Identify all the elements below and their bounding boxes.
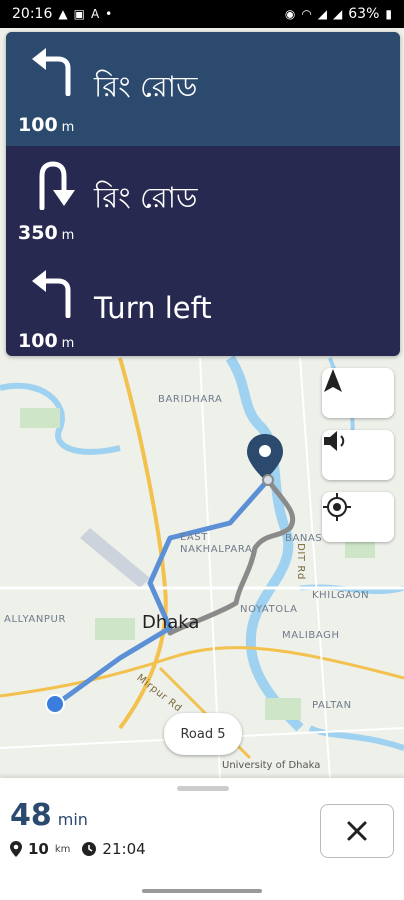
sound-button[interactable] [322, 430, 394, 480]
compass-arrow-icon [324, 369, 342, 392]
trip-meta: 10 km 21:04 [10, 840, 146, 858]
step-distance: 100 m [18, 330, 74, 352]
recenter-button[interactable] [322, 492, 394, 542]
step-distance-value: 350 [18, 222, 58, 244]
status-time: 20:16 [12, 6, 53, 22]
step-distance: 350 m [18, 222, 74, 244]
battery-level: 63% [348, 6, 380, 22]
turn-left-arrow-icon [32, 48, 71, 96]
instruction-step[interactable]: 100 m Turn left [6, 254, 400, 356]
u-turn-arrow-icon [39, 161, 75, 210]
step-distance-unit: m [61, 336, 75, 351]
trip-distance-value: 10 [28, 840, 49, 858]
arrival-time: 21:04 [102, 840, 146, 858]
signal-icon: ◢ [317, 7, 328, 21]
step-street-name: রিং রোড [94, 180, 198, 215]
step-distance-value: 100 [18, 114, 58, 136]
close-icon [347, 821, 367, 841]
map-label-baridhara: BARIDHARA [158, 394, 223, 405]
turn-left-arrow-icon [32, 270, 71, 318]
clock-icon [82, 842, 97, 856]
step-distance-value: 100 [18, 330, 58, 352]
compass-button[interactable] [322, 368, 394, 418]
step-distance-unit: m [61, 120, 75, 135]
status-bar: 20:16 ▲ ▣ A • ◉ ◠ ◢ ◢ 63% ▮ [0, 0, 404, 28]
trip-duration-value: 48 [10, 798, 52, 833]
trip-summary-sheet[interactable]: 48 min 10 km 21:04 [0, 778, 404, 900]
turn-instructions-panel[interactable]: 100 m রিং রোড 350 m রিং রোড 100 m Turn left [6, 32, 400, 356]
step-street-name: Turn left [94, 291, 212, 325]
map-label-kallyanpur: ALLYANPUR [4, 614, 67, 625]
map-label-noyatola: NOYATOLA [240, 604, 298, 615]
status-bar-left: 20:16 ▲ ▣ A • [12, 6, 112, 22]
map-label-khilgaon: KHILGAON [312, 590, 370, 601]
current-road-chip: Road 5 [164, 713, 242, 755]
close-navigation-button[interactable] [320, 804, 394, 858]
map-label-dit-rd: DIT Rd [294, 543, 306, 580]
battery-icon: ▮ [385, 7, 392, 21]
image-icon: ▣ [73, 7, 85, 21]
instruction-step[interactable]: 350 m রিং রোড [6, 146, 400, 254]
location-pin-icon [10, 841, 22, 857]
font-icon: A [90, 7, 100, 21]
sheet-grabber[interactable] [177, 786, 229, 791]
instruction-step-current[interactable]: 100 m রিং রোড [6, 32, 400, 146]
trip-duration: 48 min [10, 798, 88, 833]
location-icon: ◉ [284, 7, 296, 21]
step-distance-unit: m [61, 228, 75, 243]
system-home-indicator[interactable] [142, 889, 262, 893]
wifi-icon: ◠ [301, 7, 312, 21]
status-bar-right: ◉ ◠ ◢ ◢ 63% ▮ [285, 6, 392, 22]
speaker-icon [324, 431, 345, 451]
map-label-paltan: PALTAN [312, 700, 352, 711]
trip-duration-unit: min [57, 810, 88, 829]
map-label-dhaka: Dhaka [142, 612, 200, 633]
map-label-university: University of Dhaka [222, 760, 321, 771]
map-label-east-nakhalpara: EAST NAKHALPARA [180, 532, 253, 555]
signal-icon: ◢ [333, 7, 343, 21]
step-street-name: রিং রোড [94, 69, 198, 104]
map-label-malibagh: MALIBAGH [282, 630, 340, 641]
crosshair-icon [323, 493, 351, 521]
navigation-icon: ▲ [58, 7, 68, 21]
dot-icon: • [105, 7, 113, 21]
step-distance: 100 m [18, 114, 74, 136]
trip-distance-unit: km [54, 843, 71, 855]
